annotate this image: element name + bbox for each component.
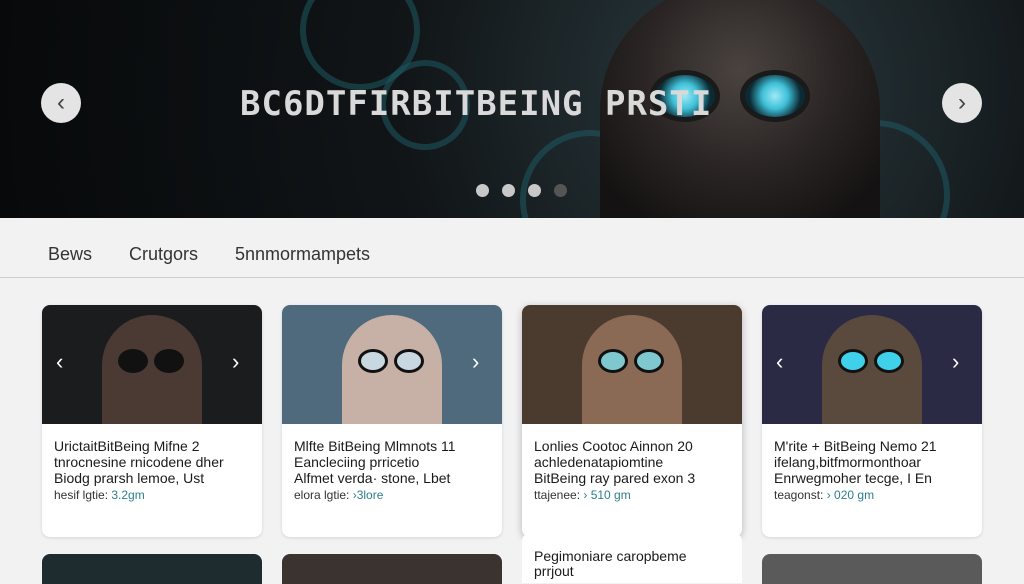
card-title: M'rite + BitBeing Nemo 21 [774, 438, 937, 454]
article-card[interactable]: Lonlies Cootoc Ainnon 20 achledenatapiomt… [522, 305, 742, 537]
card-thumbnail: › [282, 305, 502, 424]
goggles-icon [358, 349, 426, 373]
partial-card-thumb[interactable] [762, 554, 982, 584]
card-meta-label: ttajenee: [534, 488, 584, 502]
goggles-icon [118, 349, 186, 373]
hero-banner[interactable]: BC6DTFIRBITBEING PRSTI ‹ › [0, 0, 1024, 218]
partial-card-thumb[interactable] [42, 554, 262, 584]
card-line: Enrwegmoher tecge, I En [774, 470, 932, 486]
tab-components[interactable]: 5nnmormampets [235, 244, 370, 265]
hero-next-button[interactable]: › [942, 83, 982, 123]
card-body: M'rite + BitBeing Nemo 21 ifelang,bitfmor… [762, 424, 982, 486]
card-body: UrictaitBitBeing Mifne 2 tnrocnesine rnic… [42, 424, 262, 486]
carousel-dot[interactable] [476, 184, 489, 197]
card-meta-value: 3.2gm [111, 488, 145, 502]
chevron-right-icon[interactable]: › [232, 349, 239, 375]
card-title: Mlfte BitBeing Mlmnots 11 [294, 438, 456, 454]
carousel-dot[interactable] [554, 184, 567, 197]
card-thumbnail: ‹ › [762, 305, 982, 424]
card-line: BitBeing ray pared exon 3 [534, 470, 696, 486]
carousel-dot[interactable] [502, 184, 515, 197]
card-meta-value: › 020 gm [826, 488, 875, 502]
card-thumbnail: ‹ › [42, 305, 262, 424]
card-title: Lonlies Cootoc Ainnon 20 [534, 438, 693, 454]
card-body: Lonlies Cootoc Ainnon 20 achledenatapiomt… [522, 424, 742, 486]
hero-title: BC6DTFIRBITBEING PRSTI [240, 84, 713, 124]
category-tabs: Bews Crutgors 5nnmormampets [0, 218, 1024, 278]
partial-card-line: Pegimoniare caropbeme [534, 548, 687, 564]
carousel-dot[interactable] [528, 184, 541, 197]
partial-card-line: prrjout [534, 563, 574, 579]
card-meta-label: teagonst: [774, 488, 827, 502]
goggles-icon [838, 349, 906, 373]
card-meta-value: ›3lore [352, 488, 384, 502]
card-body: Mlfte BitBeing Mlmnots 11 Eancleciing prr… [282, 424, 502, 486]
goggles-icon [598, 349, 666, 373]
card-line: Biodg prarsh lemoe, Ust [54, 470, 205, 486]
tab-news[interactable]: Bews [48, 244, 92, 265]
card-line: ifelang,bitfmormonthoar [774, 454, 922, 470]
card-meta-label: elora lgtie: [294, 488, 353, 502]
card-line: tnrocnesine rnicodene dher [54, 454, 224, 470]
card-meta: teagonst: › 020 gm [762, 486, 982, 502]
article-card[interactable]: ‹ › M'rite + BitBeing Nemo 21 ifelang,bitfm… [762, 305, 982, 537]
card-meta-label: hesif lgtie: [54, 488, 112, 502]
chevron-right-icon[interactable]: › [472, 349, 479, 375]
article-card[interactable]: ‹ › UrictaitBitBeing Mifne 2 tnrocnesine rn… [42, 305, 262, 537]
card-title: UrictaitBitBeing Mifne 2 [54, 438, 200, 454]
card-meta-value: › 510 gm [583, 488, 631, 502]
card-line: achledenatapiomtine [534, 454, 664, 470]
tab-categories[interactable]: Crutgors [129, 244, 198, 265]
card-meta: ttajenee: › 510 gm [522, 486, 742, 502]
card-thumbnail [522, 305, 742, 424]
chevron-left-icon[interactable]: ‹ [776, 349, 783, 375]
card-line: Eancleciing prricetio [294, 454, 420, 470]
carousel-dots [476, 184, 567, 197]
chevron-right-icon[interactable]: › [952, 349, 959, 375]
article-card[interactable]: › Mlfte BitBeing Mlmnots 11 Eancleciing pr… [282, 305, 502, 537]
card-meta: hesif lgtie: 3.2gm [42, 486, 262, 502]
chevron-left-icon[interactable]: ‹ [56, 349, 63, 375]
card-line: Alfmet verda· stone, Lbet [294, 470, 451, 486]
card-meta: elora lgtie: ›3lore [282, 486, 502, 502]
partial-card-thumb[interactable] [282, 554, 502, 584]
hero-prev-button[interactable]: ‹ [41, 83, 81, 123]
